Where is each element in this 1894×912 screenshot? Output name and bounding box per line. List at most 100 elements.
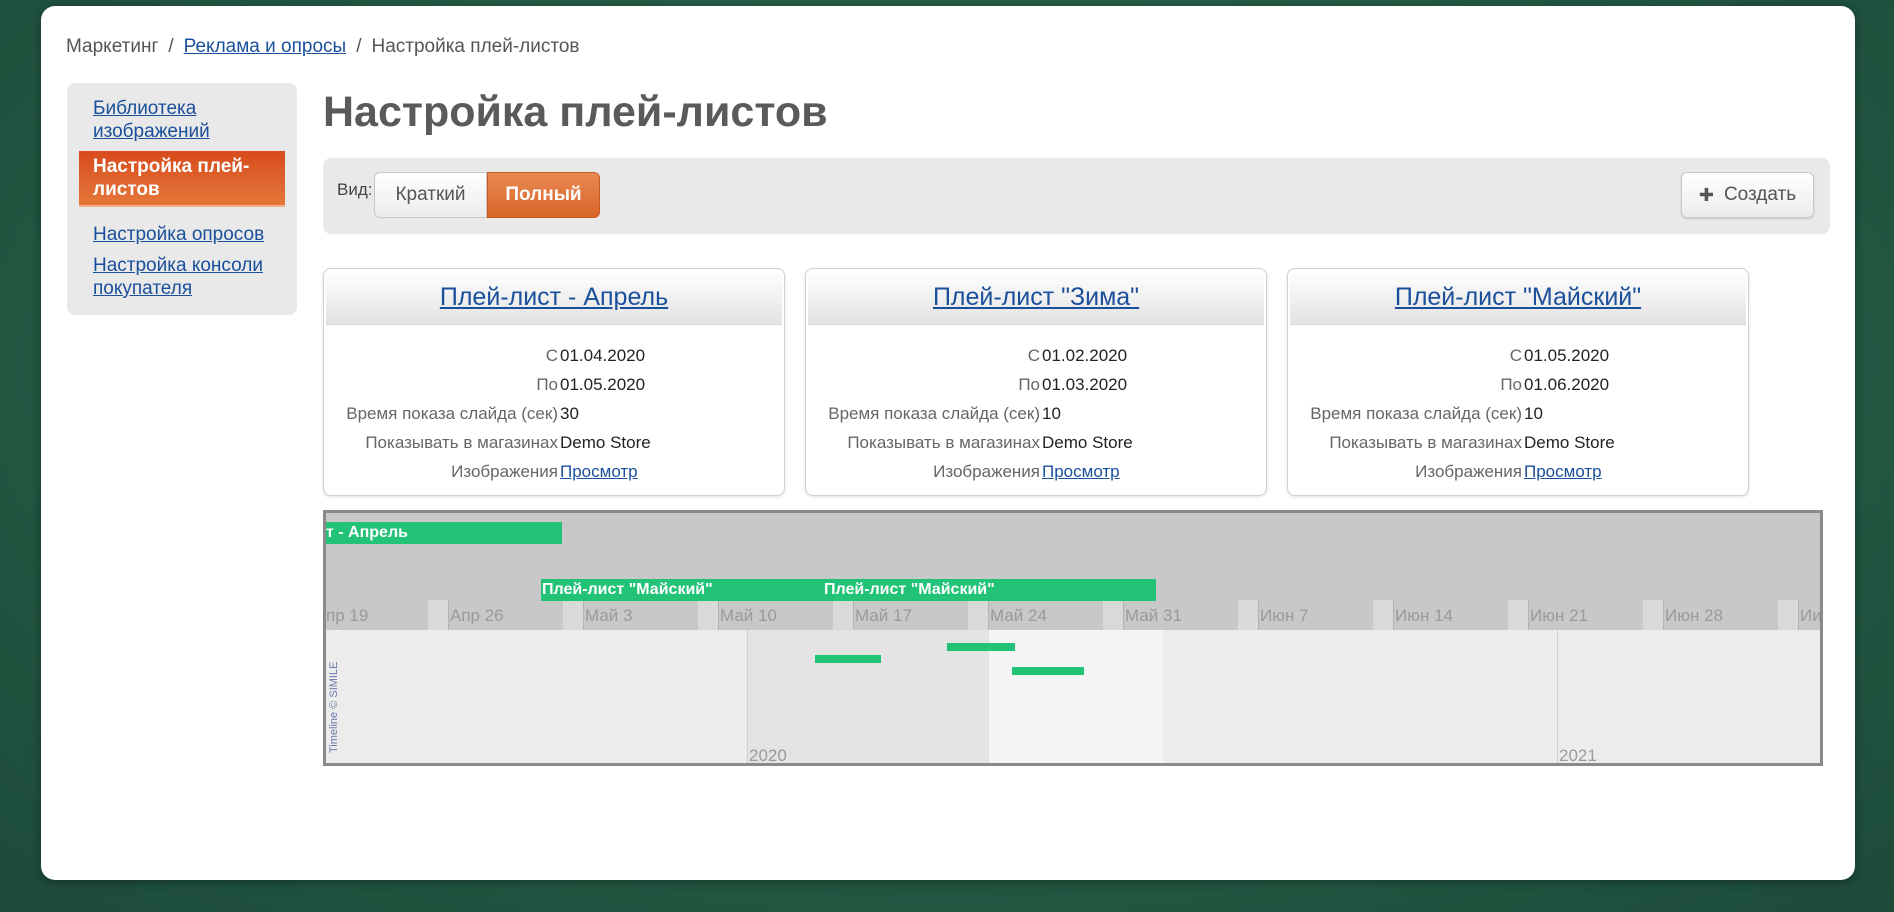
sidebar-item-playlists[interactable]: Настройка плей-листов: [79, 151, 285, 207]
timeline-copyright[interactable]: Timeline © SIMILE: [328, 662, 340, 753]
breadcrumb-current: Настройка плей-листов: [371, 36, 580, 57]
toolbar: Вид: Краткий Полный ✚ Создать: [323, 158, 1830, 234]
playlist-card: Плей-лист "Майский" С 01.05.2020 По 01.06.…: [1287, 268, 1749, 496]
from-label: С: [545, 345, 558, 365]
view-short-button[interactable]: Краткий: [374, 172, 487, 218]
timeline-overview-bar: [815, 655, 881, 663]
timeline-tick-line: [853, 600, 854, 630]
slide-time-label: Время показа слайда (сек): [828, 403, 1040, 423]
to-value: 01.03.2020: [1042, 374, 1128, 394]
timeline-weekend-shade: [1508, 600, 1528, 630]
breadcrumb-root: Маркетинг: [66, 36, 159, 57]
timeline-tick-line: [583, 600, 584, 630]
timeline-tick-label: Июн 21: [1530, 606, 1588, 625]
timeline-weekend-shade: [698, 600, 718, 630]
timeline-weekend-shade: [563, 600, 583, 630]
breadcrumb: Маркетинг / Реклама и опросы / Настройка…: [66, 36, 580, 58]
timeline-weekend-shade: [1238, 600, 1258, 630]
timeline-tick-label: Май 17: [855, 606, 912, 625]
view-full-button[interactable]: Полный: [487, 172, 600, 218]
timeline-year-label: 2020: [749, 746, 787, 765]
slide-time-value: 30: [560, 403, 579, 423]
stores-label: Показывать в магазинах: [1329, 432, 1522, 452]
timeline-tick-label: Май 10: [720, 606, 777, 625]
breadcrumb-separator: /: [168, 36, 174, 57]
images-view-link[interactable]: Просмотр: [1524, 462, 1602, 481]
images-label: Изображения: [451, 461, 558, 481]
stores-label: Показывать в магазинах: [365, 432, 558, 452]
slide-time-label: Время показа слайда (сек): [346, 403, 558, 423]
timeline-overview-bar: [947, 643, 1015, 651]
timeline-tick-line: [718, 600, 719, 630]
playlist-title-link[interactable]: Плей-лист "Зима": [933, 283, 1139, 312]
timeline-tick-line: [1663, 600, 1664, 630]
page-panel: Маркетинг / Реклама и опросы / Настройка…: [41, 6, 1855, 880]
to-value: 01.06.2020: [1524, 374, 1610, 394]
timeline-overview-bar: [1012, 667, 1084, 675]
from-value: 01.05.2020: [1524, 345, 1610, 365]
stores-value: Demo Store: [560, 432, 651, 452]
playlist-card: Плей-лист "Зима" С 01.02.2020 По 01.03.202…: [805, 268, 1267, 496]
timeline-weekend-shade: [968, 600, 988, 630]
playlist-title-link[interactable]: Плей-лист - Апрель: [440, 283, 668, 312]
timeline-tick-line: [448, 600, 449, 630]
timeline-year-line: [747, 630, 748, 763]
timeline-tick-line: [1798, 600, 1799, 630]
create-button[interactable]: ✚ Создать: [1681, 172, 1814, 218]
timeline-event-label: Плей-лист "Майский": [824, 581, 995, 598]
stores-label: Показывать в магазинах: [847, 432, 1040, 452]
sidebar-item-customer-console[interactable]: Настройка консоли покупателя: [79, 254, 285, 300]
timeline-tick-label: Апр 26: [450, 606, 504, 625]
timeline-tick-line: [988, 600, 989, 630]
timeline-weekend-shade: [1643, 600, 1663, 630]
timeline-tick-line: [1393, 600, 1394, 630]
timeline-tick-label: Май 31: [1125, 606, 1182, 625]
sidebar-item-surveys[interactable]: Настройка опросов: [79, 223, 285, 246]
from-value: 01.04.2020: [560, 345, 646, 365]
to-label: По: [1018, 374, 1040, 394]
timeline-tick-label: Май 24: [990, 606, 1047, 625]
to-label: По: [536, 374, 558, 394]
timeline-weekend-shade: [428, 600, 448, 630]
sidebar: Библиотека изображений Настройка плей-ли…: [67, 83, 297, 315]
timeline-event-label: т - Апрель: [326, 524, 408, 541]
create-button-label: Создать: [1723, 184, 1797, 205]
images-view-link[interactable]: Просмотр: [1042, 462, 1120, 481]
timeline-weekend-shade: [1373, 600, 1393, 630]
timeline-weekend-shade: [1778, 600, 1798, 630]
page-title: Настройка плей-листов: [323, 88, 828, 136]
images-view-link[interactable]: Просмотр: [560, 462, 638, 481]
slide-time-label: Время показа слайда (сек): [1310, 403, 1522, 423]
timeline-year-label: 2021: [1559, 746, 1597, 765]
slide-time-value: 10: [1524, 403, 1543, 423]
timeline-tick-line: [1258, 600, 1259, 630]
timeline-tick-label: Ии: [1800, 606, 1822, 625]
sidebar-item-image-library[interactable]: Библиотека изображений: [79, 97, 285, 143]
view-toggle: Краткий Полный: [374, 172, 600, 218]
playlist-timeline[interactable]: пр 19 Апр 26 Май 3 Май 10 Май 17 Май 24 …: [323, 510, 1823, 766]
to-value: 01.05.2020: [560, 374, 646, 394]
from-value: 01.02.2020: [1042, 345, 1128, 365]
timeline-tick-line: [1528, 600, 1529, 630]
from-label: С: [1027, 345, 1040, 365]
timeline-tick-label: Июн 7: [1260, 606, 1309, 625]
images-label: Изображения: [1415, 461, 1522, 481]
stores-value: Demo Store: [1524, 432, 1615, 452]
timeline-tick-label: Июн 14: [1395, 606, 1453, 625]
from-label: С: [1509, 345, 1522, 365]
timeline-tick-line: [1123, 600, 1124, 630]
timeline-event-label: Плей-лист "Майский": [542, 581, 713, 598]
slide-time-value: 10: [1042, 403, 1061, 423]
view-label: Вид:: [337, 180, 373, 199]
timeline-tick-label: Май 3: [585, 606, 633, 625]
breadcrumb-separator: /: [356, 36, 362, 57]
plus-icon: ✚: [1698, 184, 1714, 205]
timeline-weekend-shade: [833, 600, 853, 630]
timeline-weekend-shade: [1103, 600, 1123, 630]
breadcrumb-link-ads[interactable]: Реклама и опросы: [184, 36, 347, 58]
images-label: Изображения: [933, 461, 1040, 481]
playlist-title-link[interactable]: Плей-лист "Майский": [1395, 283, 1641, 312]
timeline-year-line: [1557, 630, 1558, 763]
stores-value: Demo Store: [1042, 432, 1133, 452]
playlist-card: Плей-лист - Апрель С 01.04.2020 По 01.05.2…: [323, 268, 785, 496]
